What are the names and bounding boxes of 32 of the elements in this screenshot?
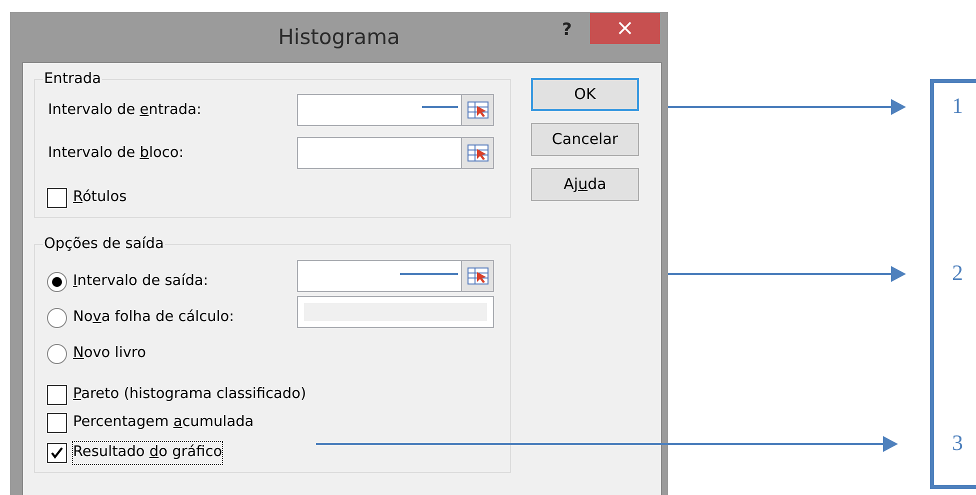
annotation-number: 2 — [952, 262, 963, 284]
checkbox-label: Pareto (histograma classificado) — [73, 385, 306, 404]
range-picker-icon[interactable] — [461, 138, 493, 168]
field-label: Intervalo de bloco: — [48, 144, 184, 163]
radio-label: Novo livro — [73, 344, 146, 363]
range-field[interactable] — [297, 137, 494, 169]
range-field[interactable] — [297, 94, 494, 126]
range-picker-icon[interactable] — [461, 95, 493, 125]
radio-button[interactable] — [47, 308, 67, 328]
range-picker-icon[interactable] — [461, 261, 493, 291]
checkbox[interactable] — [47, 412, 67, 433]
annotation-number: 1 — [952, 95, 963, 117]
dialog-button[interactable]: Cancelar — [531, 123, 639, 156]
radio-button[interactable] — [47, 272, 67, 292]
field-label: Intervalo de entrada: — [48, 101, 202, 120]
annotation-number: 3 — [952, 432, 963, 454]
checkbox-label: Resultado do gráfico — [73, 442, 222, 464]
checkbox[interactable] — [47, 384, 67, 405]
checkbox[interactable] — [47, 188, 67, 208]
checkbox-label: Percentagem acumulada — [73, 413, 254, 432]
checkbox[interactable] — [47, 442, 67, 463]
radio-label: Nova folha de cálculo: — [73, 308, 234, 327]
checkbox-label: Rótulos — [73, 188, 127, 207]
close-button[interactable]: × — [590, 13, 660, 44]
range-field[interactable] — [297, 260, 494, 292]
radio-button[interactable] — [47, 344, 67, 364]
help-button[interactable]: ? — [558, 18, 576, 44]
group-title: Opções de saída — [43, 235, 165, 253]
window-title: Histograma — [277, 24, 401, 51]
radio-label: Intervalo de saída: — [73, 272, 208, 291]
dialog-button[interactable]: OK — [531, 78, 639, 111]
dialog-button[interactable]: Ajuda — [531, 168, 639, 201]
